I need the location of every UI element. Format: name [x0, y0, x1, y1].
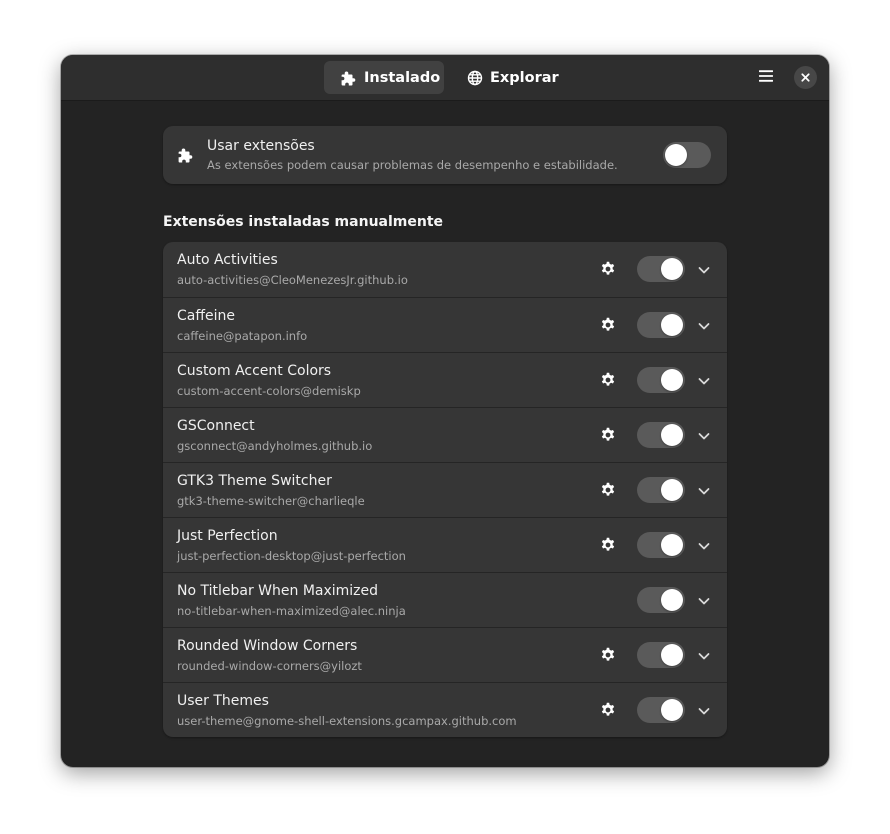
extension-uuid: no-titlebar-when-maximized@alec.ninja — [177, 604, 406, 618]
extension-name: GTK3 Theme Switcher — [177, 473, 332, 489]
section-title-manual: Extensões instaladas manualmente — [163, 214, 444, 230]
extension-uuid: gtk3-theme-switcher@charlieqle — [177, 494, 365, 508]
extension-name: User Themes — [177, 693, 269, 709]
close-button[interactable] — [794, 66, 817, 89]
extension-switch[interactable] — [637, 256, 685, 282]
gear-icon[interactable] — [600, 702, 616, 718]
main-menu-button[interactable] — [755, 67, 777, 89]
use-extensions-row: Usar extensões As extensões podem causar… — [163, 126, 727, 184]
extension-name: No Titlebar When Maximized — [177, 583, 379, 599]
tab-installed[interactable]: Instalado — [324, 61, 444, 94]
extension-row: User Themes user-theme@gnome-shell-extens… — [163, 682, 727, 737]
gear-icon[interactable] — [600, 427, 616, 443]
extension-switch[interactable] — [637, 697, 685, 723]
extension-uuid: caffeine@patapon.info — [177, 329, 308, 343]
extension-switch[interactable] — [637, 532, 685, 558]
extension-row: GTK3 Theme Switcher gtk3-theme-switcher@c… — [163, 462, 727, 517]
use-extensions-subtitle: As extensões podem causar problemas de d… — [207, 158, 618, 172]
extension-switch[interactable] — [637, 477, 685, 503]
switch-knob — [661, 644, 683, 666]
chevron-down-icon[interactable] — [696, 538, 712, 554]
switch-knob — [661, 479, 683, 501]
extension-name: GSConnect — [177, 418, 255, 434]
gear-icon[interactable] — [600, 537, 616, 553]
puzzle-icon — [178, 147, 194, 163]
chevron-down-icon[interactable] — [696, 703, 712, 719]
extension-name: Just Perfection — [177, 528, 278, 544]
tab-explore[interactable]: Explorar — [456, 61, 560, 94]
switch-knob — [661, 258, 683, 280]
extension-uuid: custom-accent-colors@demiskp — [177, 384, 361, 398]
chevron-down-icon[interactable] — [696, 428, 712, 444]
switch-knob — [661, 534, 683, 556]
extension-name: Rounded Window Corners — [177, 638, 358, 654]
extension-row: Rounded Window Corners rounded-window-cor… — [163, 627, 727, 682]
extension-name: Auto Activities — [177, 252, 278, 268]
use-extensions-switch[interactable] — [663, 142, 711, 168]
hamburger-menu-icon — [758, 68, 774, 88]
chevron-down-icon[interactable] — [696, 483, 712, 499]
extension-row: GSConnect gsconnect@andyholmes.github.io — [163, 407, 727, 462]
extension-switch[interactable] — [637, 642, 685, 668]
header-bar: Instalado Explorar — [61, 55, 829, 101]
switch-knob — [661, 424, 683, 446]
extension-row: No Titlebar When Maximized no-titlebar-wh… — [163, 572, 727, 627]
use-extensions-title: Usar extensões — [207, 138, 315, 154]
chevron-down-icon[interactable] — [696, 648, 712, 664]
extension-uuid: just-perfection-desktop@just-perfection — [177, 549, 406, 563]
chevron-down-icon[interactable] — [696, 373, 712, 389]
gear-icon[interactable] — [600, 261, 616, 277]
extension-switch[interactable] — [637, 587, 685, 613]
close-icon — [800, 68, 811, 87]
gear-icon[interactable] — [600, 372, 616, 388]
tab-explore-label: Explorar — [490, 69, 559, 86]
gear-icon[interactable] — [600, 482, 616, 498]
extension-row: Custom Accent Colors custom-accent-colors… — [163, 352, 727, 407]
extensions-window: Instalado Explorar Usar extensões As ext… — [61, 55, 829, 767]
chevron-down-icon[interactable] — [696, 593, 712, 609]
switch-knob — [661, 314, 683, 336]
extension-switch[interactable] — [637, 312, 685, 338]
switch-knob — [661, 699, 683, 721]
puzzle-icon — [341, 70, 357, 86]
switch-knob — [665, 144, 687, 166]
extension-uuid: rounded-window-corners@yilozt — [177, 659, 362, 673]
extension-switch[interactable] — [637, 422, 685, 448]
extension-row: Auto Activities auto-activities@CleoMenez… — [163, 242, 727, 297]
extension-uuid: user-theme@gnome-shell-extensions.gcampa… — [177, 714, 517, 728]
switch-knob — [661, 589, 683, 611]
tab-installed-label: Instalado — [364, 69, 441, 86]
extension-row: Just Perfection just-perfection-desktop@j… — [163, 517, 727, 572]
gear-icon[interactable] — [600, 647, 616, 663]
extension-uuid: auto-activities@CleoMenezesJr.github.io — [177, 273, 408, 287]
extension-switch[interactable] — [637, 367, 685, 393]
chevron-down-icon[interactable] — [696, 262, 712, 278]
extension-uuid: gsconnect@andyholmes.github.io — [177, 439, 373, 453]
globe-icon — [467, 70, 483, 86]
extensions-list: Auto Activities auto-activities@CleoMenez… — [163, 242, 727, 737]
extension-row: Caffeine caffeine@patapon.info — [163, 297, 727, 352]
extension-name: Custom Accent Colors — [177, 363, 332, 379]
switch-knob — [661, 369, 683, 391]
gear-icon[interactable] — [600, 317, 616, 333]
chevron-down-icon[interactable] — [696, 318, 712, 334]
extension-name: Caffeine — [177, 308, 235, 324]
